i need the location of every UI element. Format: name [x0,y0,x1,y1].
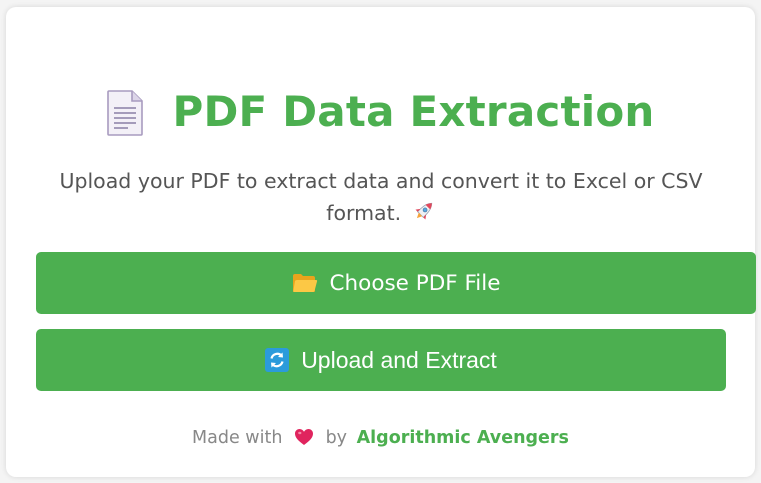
upload-extract-button[interactable]: Upload and Extract [36,329,726,391]
footer-made-with: Made with [192,428,283,448]
upload-card: PDF Data Extraction Upload your PDF to e… [6,7,756,477]
choose-pdf-label: Choose PDF File [329,270,501,296]
footer-brand: Algorithmic Avengers [356,428,569,448]
page-subtitle: Upload your PDF to extract data and conv… [46,165,716,229]
header: PDF Data Extraction [6,83,755,141]
footer: Made with by Algorithmic Avengers [6,423,755,453]
page-title: PDF Data Extraction [172,87,655,136]
footer-by: by [325,428,348,448]
document-icon [107,90,144,136]
heart-icon [295,429,313,445]
refresh-icon [265,348,290,372]
rocket-icon [415,202,432,220]
upload-extract-label: Upload and Extract [301,346,497,373]
folder-icon [292,274,317,292]
subtitle-text: Upload your PDF to extract data and conv… [59,169,703,225]
choose-pdf-button[interactable]: Choose PDF File [36,252,756,314]
